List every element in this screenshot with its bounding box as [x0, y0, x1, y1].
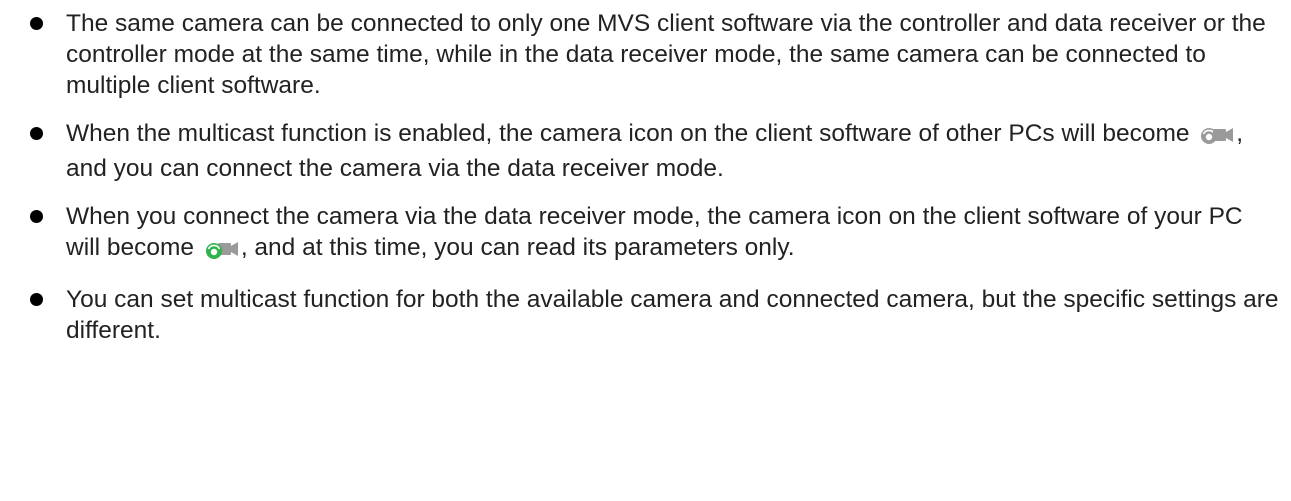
- note-item: You can set multicast function for both …: [0, 284, 1291, 346]
- bullet-icon: [30, 17, 43, 30]
- camera-multicast-green-icon: [205, 236, 239, 267]
- bullet-icon: [30, 127, 43, 140]
- note-item: The same camera can be connected to only…: [0, 8, 1291, 101]
- note-text-after: , and at this time, you can read its par…: [240, 234, 795, 261]
- camera-multicast-gray-icon: [1200, 122, 1234, 153]
- bullet-icon: [30, 210, 43, 223]
- note-item: When the multicast function is enabled, …: [0, 118, 1291, 184]
- note-text: The same camera can be connected to only…: [66, 10, 1266, 99]
- bullet-icon: [30, 293, 43, 306]
- note-text-before: When the multicast function is enabled, …: [66, 120, 1197, 147]
- note-item: When you connect the camera via the data…: [0, 201, 1291, 267]
- note-text: You can set multicast function for both …: [66, 286, 1279, 344]
- note-list: The same camera can be connected to only…: [0, 8, 1291, 363]
